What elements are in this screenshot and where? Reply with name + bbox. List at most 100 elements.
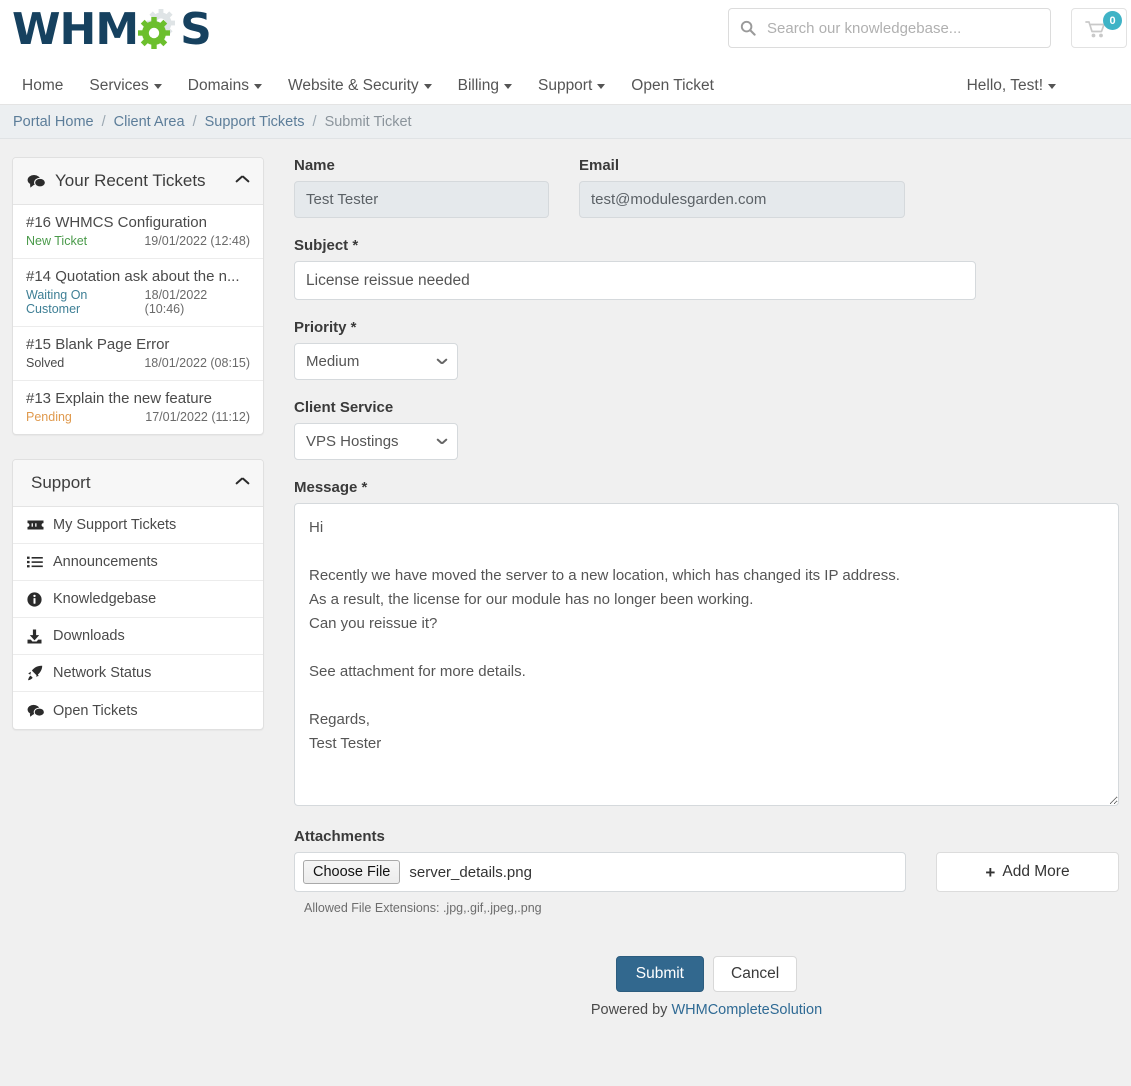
- logo-text-whm: WHM: [12, 8, 138, 52]
- support-menu-panel: Support My Support Tickets: [12, 459, 264, 730]
- ticket-meta: Pending 17/01/2022 (11:12): [26, 410, 250, 424]
- nav-item-billing[interactable]: Billing: [445, 66, 525, 105]
- sidebar-item-label: Knowledgebase: [53, 591, 156, 607]
- sidebar-item-knowledgebase[interactable]: Knowledgebase: [13, 581, 263, 618]
- subject-input[interactable]: [294, 261, 976, 300]
- sidebar-item-open-tickets[interactable]: Open Tickets: [13, 692, 263, 729]
- ticket-title[interactable]: #15 Blank Page Error: [26, 336, 250, 353]
- file-input[interactable]: Choose File server_details.png: [294, 852, 906, 892]
- nav-label: Services: [89, 77, 148, 95]
- cart-button[interactable]: 0: [1071, 8, 1127, 48]
- nav-label: Support: [538, 77, 592, 95]
- ticket-title[interactable]: #13 Explain the new feature: [26, 390, 250, 407]
- footer-prefix: Powered by: [591, 1002, 672, 1018]
- choose-file-button[interactable]: Choose File: [303, 860, 400, 884]
- email-field-group: Email: [579, 157, 905, 218]
- chevron-down-icon: [254, 84, 262, 89]
- name-field-group: Name: [294, 157, 549, 218]
- nav-item-home[interactable]: Home: [22, 66, 76, 105]
- logo-text-s: S: [180, 8, 211, 52]
- add-more-button[interactable]: + Add More: [936, 852, 1119, 892]
- breadcrumb-support-tickets[interactable]: Support Tickets: [205, 114, 305, 130]
- ticket-date: 19/01/2022 (12:48): [144, 234, 250, 248]
- ticket-title[interactable]: #14 Quotation ask about the n...: [26, 268, 250, 285]
- sidebar-item-label: Announcements: [53, 554, 158, 570]
- recent-tickets-panel: Your Recent Tickets #16 WHMCS Configurat…: [12, 157, 264, 435]
- sidebar-item-label: My Support Tickets: [53, 517, 176, 533]
- sidebar-item-downloads[interactable]: Downloads: [13, 618, 263, 655]
- ticket-title[interactable]: #16 WHMCS Configuration: [26, 214, 250, 231]
- ticket-status: Waiting On Customer: [26, 288, 145, 316]
- nav-item-account[interactable]: Hello, Test!: [967, 66, 1069, 105]
- ticket-date: 18/01/2022 (10:46): [145, 288, 250, 316]
- site-header: WHM: [0, 0, 1131, 66]
- selected-file-name: server_details.png: [409, 864, 532, 881]
- nav-label: Billing: [458, 77, 499, 95]
- ticket-meta: Solved 18/01/2022 (08:15): [26, 356, 250, 370]
- breadcrumb-client-area[interactable]: Client Area: [114, 114, 185, 130]
- knowledgebase-search[interactable]: [728, 8, 1051, 48]
- priority-select[interactable]: Medium: [294, 343, 458, 380]
- ticket-list-item[interactable]: #13 Explain the new feature Pending 17/0…: [13, 381, 263, 434]
- comments-icon: [27, 174, 46, 189]
- message-textarea[interactable]: Hi Recently we have moved the server to …: [294, 503, 1119, 806]
- chevron-down-icon: [597, 84, 605, 89]
- nav-item-website-security[interactable]: Website & Security: [275, 66, 445, 105]
- recent-tickets-header[interactable]: Your Recent Tickets: [13, 158, 263, 205]
- sidebar-item-announcements[interactable]: Announcements: [13, 544, 263, 581]
- sidebar-item-network-status[interactable]: Network Status: [13, 655, 263, 692]
- breadcrumb-portal-home[interactable]: Portal Home: [13, 114, 94, 130]
- attachment-row: Choose File server_details.png + Add Mor…: [294, 852, 1119, 892]
- sidebar-item-label: Network Status: [53, 665, 151, 681]
- main-navigation: Home Services Domains Website & Security…: [0, 66, 1131, 105]
- nav-item-open-ticket[interactable]: Open Ticket: [618, 66, 727, 105]
- whmcs-logo[interactable]: WHM: [12, 4, 211, 56]
- add-more-label: Add More: [1002, 863, 1069, 881]
- client-service-select-wrap[interactable]: VPS Hostings: [294, 423, 458, 460]
- client-service-select[interactable]: VPS Hostings: [294, 423, 458, 460]
- cancel-button[interactable]: Cancel: [713, 956, 797, 992]
- nav-label: Home: [22, 77, 63, 95]
- chevron-up-icon[interactable]: [236, 479, 249, 487]
- name-label: Name: [294, 157, 549, 174]
- support-menu-title: Support: [27, 473, 236, 493]
- name-input: [294, 181, 549, 218]
- nav-item-services[interactable]: Services: [76, 66, 174, 105]
- ticket-list-item[interactable]: #16 WHMCS Configuration New Ticket 19/01…: [13, 205, 263, 259]
- ticket-status: New Ticket: [26, 234, 87, 248]
- ticket-date: 17/01/2022 (11:12): [145, 410, 250, 424]
- footer: Powered by WHMCompleteSolution: [294, 992, 1119, 1018]
- sidebar-item-my-support-tickets[interactable]: My Support Tickets: [13, 507, 263, 544]
- nav-label: Open Ticket: [631, 77, 714, 95]
- form-actions: Submit Cancel: [294, 956, 1119, 992]
- ticket-list-item[interactable]: #14 Quotation ask about the n... Waiting…: [13, 259, 263, 327]
- nav-item-support[interactable]: Support: [525, 66, 618, 105]
- nav-item-domains[interactable]: Domains: [175, 66, 275, 105]
- chevron-up-icon[interactable]: [236, 177, 249, 185]
- search-icon: [729, 20, 767, 36]
- sidebar-item-label: Open Tickets: [53, 703, 138, 719]
- submit-button[interactable]: Submit: [616, 956, 704, 992]
- attachments-label: Attachments: [294, 828, 1119, 845]
- ticket-list-item[interactable]: #15 Blank Page Error Solved 18/01/2022 (…: [13, 327, 263, 381]
- priority-field-group: Priority * Medium: [294, 319, 1119, 380]
- download-icon: [27, 629, 53, 644]
- email-input: [579, 181, 905, 218]
- account-menu[interactable]: Hello, Test!: [967, 66, 1069, 105]
- chevron-down-icon: [1048, 84, 1056, 89]
- breadcrumb-submit-ticket: Submit Ticket: [325, 114, 412, 130]
- priority-select-wrap[interactable]: Medium: [294, 343, 458, 380]
- cart-count-badge: 0: [1103, 11, 1122, 30]
- nav-label: Website & Security: [288, 77, 419, 95]
- recent-tickets-title: Your Recent Tickets: [55, 171, 236, 191]
- page-body: Your Recent Tickets #16 WHMCS Configurat…: [0, 139, 1131, 1050]
- subject-label: Subject *: [294, 237, 1119, 254]
- footer-link[interactable]: WHMCompleteSolution: [671, 1002, 822, 1018]
- message-label: Message *: [294, 479, 1119, 496]
- message-field-group: Message * Hi Recently we have moved the …: [294, 479, 1119, 809]
- email-label: Email: [579, 157, 905, 174]
- allowed-extensions-note: Allowed File Extensions: .jpg,.gif,.jpeg…: [304, 901, 1119, 915]
- ticket-date: 18/01/2022 (08:15): [144, 356, 250, 370]
- support-menu-header[interactable]: Support: [13, 460, 263, 507]
- search-input[interactable]: [767, 9, 1050, 47]
